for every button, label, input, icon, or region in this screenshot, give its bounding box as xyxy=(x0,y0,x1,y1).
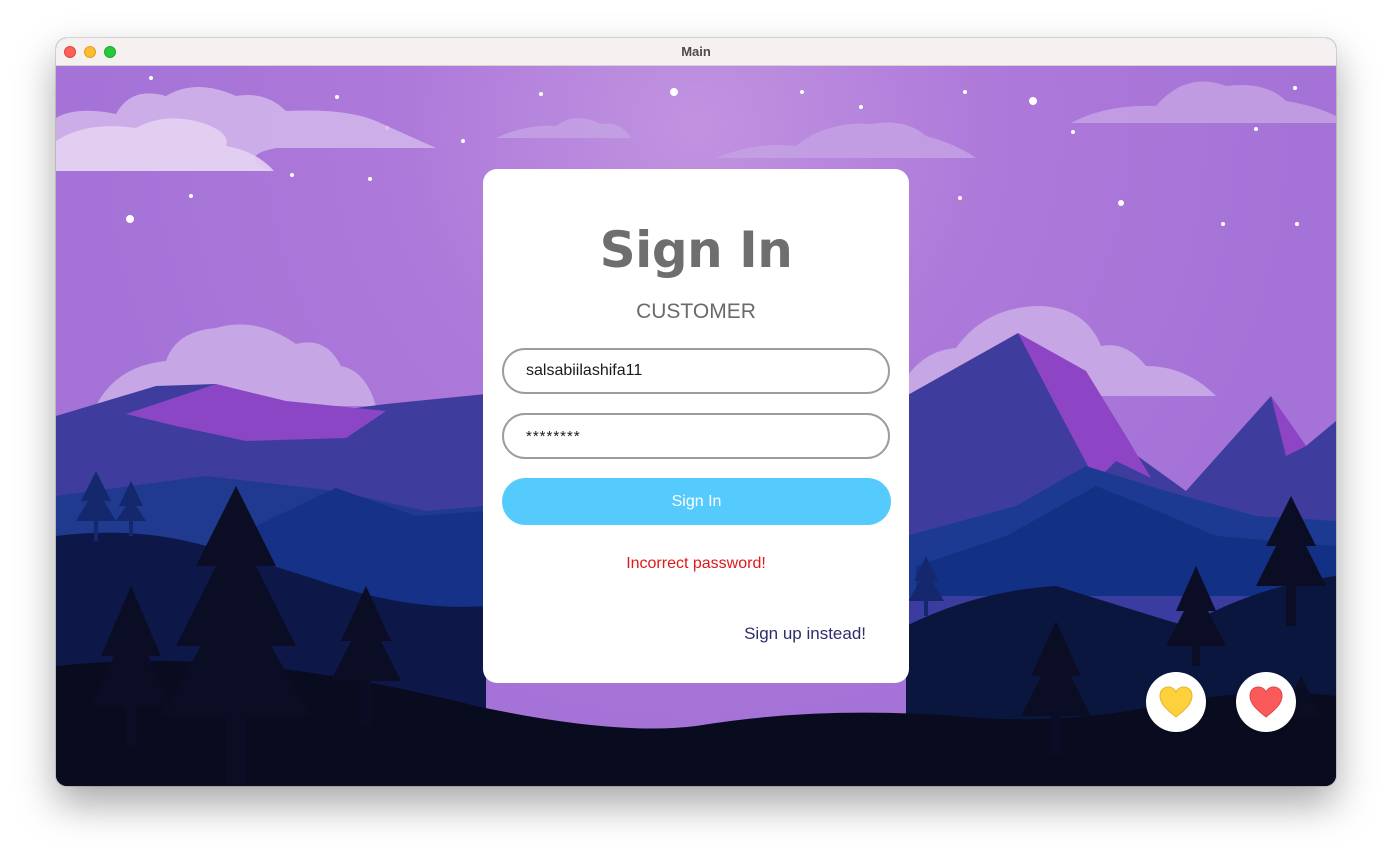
page-title: Sign In xyxy=(599,221,793,279)
yellow-heart-icon xyxy=(1159,686,1193,718)
app-window: Main Sign In CUSTOMER salsabiilashifa11 … xyxy=(56,38,1336,786)
account-type-label: CUSTOMER xyxy=(636,300,756,323)
window-title: Main xyxy=(681,44,711,59)
yellow-heart-button[interactable] xyxy=(1146,672,1206,732)
red-heart-icon xyxy=(1249,686,1283,718)
sign-in-button[interactable]: Sign In xyxy=(502,478,891,525)
red-heart-button[interactable] xyxy=(1236,672,1296,732)
sign-up-link[interactable]: Sign up instead! xyxy=(744,624,866,644)
error-message: Incorrect password! xyxy=(626,555,766,572)
title-bar: Main xyxy=(56,38,1336,66)
sign-in-card: Sign In CUSTOMER Sign In Incorrect passw… xyxy=(483,169,909,683)
username-input[interactable] xyxy=(502,348,890,394)
password-input[interactable] xyxy=(502,413,890,459)
